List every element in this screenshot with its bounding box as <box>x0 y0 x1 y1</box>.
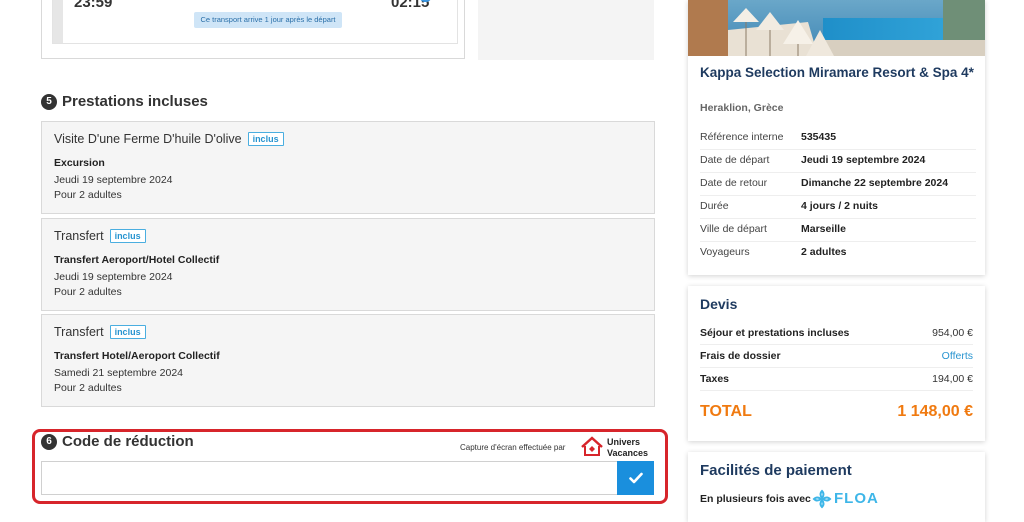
services-heading: 5 Prestations incluses <box>41 93 208 110</box>
info-row-duration: Durée 4 jours / 2 nuits <box>700 195 976 219</box>
service-item: Transfert inclus Transfert Hotel/Aeropor… <box>41 314 655 407</box>
service-type: Transfert Hotel/Aeroport Collectif <box>54 350 220 362</box>
quote-row-taxes: Taxes 194,00 € <box>700 368 973 391</box>
included-badge: inclus <box>109 325 146 339</box>
step-number-badge: 5 <box>41 93 57 110</box>
info-value: Jeudi 19 septembre 2024 <box>801 154 926 166</box>
info-value: 4 jours / 2 nuits <box>801 200 879 212</box>
info-label: Ville de départ <box>700 223 767 235</box>
transport-timeline-bar <box>53 0 63 43</box>
quote-title: Devis <box>700 296 738 312</box>
payment-subtitle: En plusieurs fois avec <box>700 493 811 505</box>
info-value: Marseille <box>801 223 846 235</box>
service-travelers: Pour 2 adultes <box>54 382 122 394</box>
quote-value: Offerts <box>941 350 973 362</box>
transport-segment: 23:59 02:15 +1 Ce transport arrive 1 jou… <box>52 0 458 44</box>
quote-label: Frais de dossier <box>700 350 781 362</box>
included-badge: inclus <box>109 229 146 243</box>
discount-heading: 6 Code de réduction <box>41 433 194 450</box>
hotel-location: Heraklion, Grèce <box>700 102 784 114</box>
service-date: Samedi 21 septembre 2024 <box>54 367 183 379</box>
services-title: Prestations incluses <box>62 93 208 110</box>
total-amount: 1 148,00 € <box>897 403 973 420</box>
univers-vacances-logo-icon <box>581 436 603 456</box>
service-type: Transfert Aeroport/Hotel Collectif <box>54 254 220 266</box>
service-item: Transfert inclus Transfert Aeroport/Hote… <box>41 218 655 311</box>
hotel-name: Kappa Selection Miramare Resort & Spa 4* <box>700 65 974 80</box>
quote-value: 954,00 € <box>932 327 973 339</box>
univers-vacances-brand: Univers Vacances <box>607 437 649 458</box>
side-placeholder-panel <box>478 0 654 60</box>
hotel-summary-card: Kappa Selection Miramare Resort & Spa 4*… <box>688 0 985 275</box>
info-row-departure-city: Ville de départ Marseille <box>700 218 976 242</box>
service-name: Transfert <box>54 325 104 339</box>
info-label: Voyageurs <box>700 246 750 258</box>
quote-card: Devis Séjour et prestations incluses 954… <box>688 286 985 441</box>
hotel-photo <box>688 0 985 56</box>
info-row-travelers: Voyageurs 2 adultes <box>700 241 976 264</box>
total-label: TOTAL <box>700 403 752 420</box>
payment-title: Facilités de paiement <box>700 462 852 479</box>
quote-label: Séjour et prestations incluses <box>700 327 850 339</box>
service-travelers: Pour 2 adultes <box>54 189 122 201</box>
info-row-return-date: Date de retour Dimanche 22 septembre 202… <box>700 172 976 196</box>
checkmark-icon <box>628 472 643 484</box>
service-date: Jeudi 19 septembre 2024 <box>54 174 173 186</box>
quote-row-stay: Séjour et prestations incluses 954,00 € <box>700 322 973 345</box>
next-day-notice: Ce transport arrive 1 jour après le dépa… <box>194 12 342 28</box>
info-row-reference: Référence interne 535435 <box>700 126 976 150</box>
service-type: Excursion <box>54 157 105 169</box>
info-value: 2 adultes <box>801 246 847 258</box>
apply-code-button[interactable] <box>617 461 654 495</box>
discount-title: Code de réduction <box>62 433 194 450</box>
info-label: Référence interne <box>700 131 784 143</box>
service-name: Transfert <box>54 229 104 243</box>
capture-credit: Capture d'écran effectuée par <box>460 443 566 452</box>
discount-code-input[interactable] <box>41 461 619 495</box>
included-badge: inclus <box>247 132 284 146</box>
floa-logo-icon <box>812 489 832 509</box>
transport-card: 23:59 02:15 +1 Ce transport arrive 1 jou… <box>41 0 465 59</box>
step-number-badge: 6 <box>41 433 57 450</box>
info-label: Durée <box>700 200 729 212</box>
info-label: Date de départ <box>700 154 770 166</box>
departure-time: 23:59 <box>74 0 113 11</box>
info-label: Date de retour <box>700 177 768 189</box>
info-row-departure-date: Date de départ Jeudi 19 septembre 2024 <box>700 149 976 173</box>
service-name: Visite D'une Ferme D'huile D'olive <box>54 132 242 146</box>
info-value: 535435 <box>801 131 837 143</box>
quote-value: 194,00 € <box>932 373 973 385</box>
service-item: Visite D'une Ferme D'huile D'olive inclu… <box>41 121 655 214</box>
info-value: Dimanche 22 septembre 2024 <box>801 177 949 189</box>
floa-brand: FLOA <box>834 490 879 507</box>
service-travelers: Pour 2 adultes <box>54 286 122 298</box>
quote-label: Taxes <box>700 373 729 385</box>
service-date: Jeudi 19 septembre 2024 <box>54 271 173 283</box>
quote-row-fees: Frais de dossier Offerts <box>700 345 973 368</box>
